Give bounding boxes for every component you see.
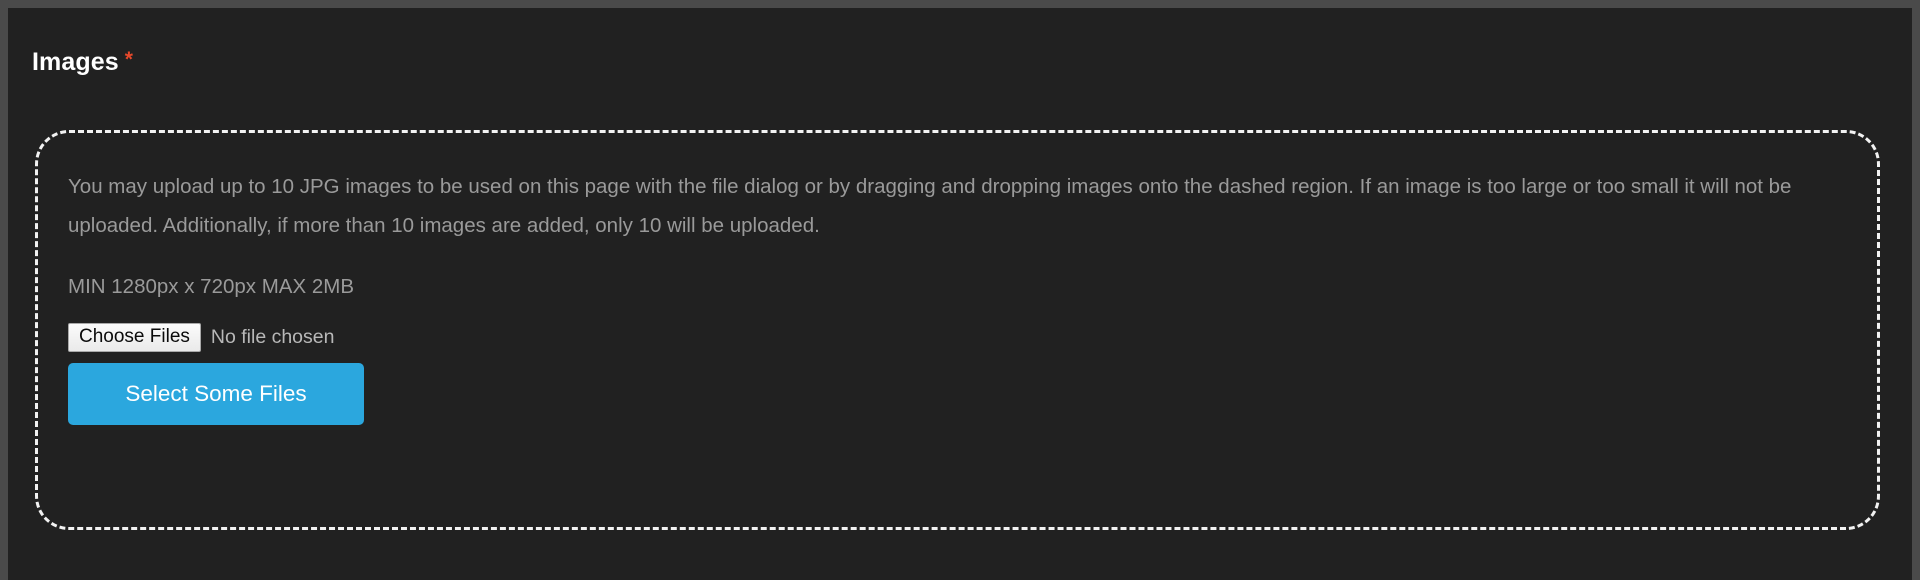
screenshot-viewport: Images * You may upload up to 10 JPG imag…	[0, 0, 1920, 580]
field-label-text: Images	[32, 48, 119, 76]
page-title: Images *	[32, 48, 133, 77]
dropzone-content: You may upload up to 10 JPG images to be…	[68, 167, 1847, 425]
page-canvas: Images * You may upload up to 10 JPG imag…	[8, 8, 1912, 580]
file-input-row: Choose Files No file chosen	[68, 322, 1847, 352]
file-input-status: No file chosen	[210, 325, 335, 348]
dropzone-help-text: You may upload up to 10 JPG images to be…	[68, 175, 1792, 237]
dropzone-spec-text: MIN 1280px x 720px MAX 2MB	[68, 275, 354, 298]
select-some-files-button[interactable]: Select Some Files	[68, 363, 364, 425]
required-asterisk-icon: *	[124, 48, 134, 71]
choose-files-button[interactable]: Choose Files	[68, 322, 201, 352]
image-dropzone[interactable]: You may upload up to 10 JPG images to be…	[35, 130, 1880, 530]
